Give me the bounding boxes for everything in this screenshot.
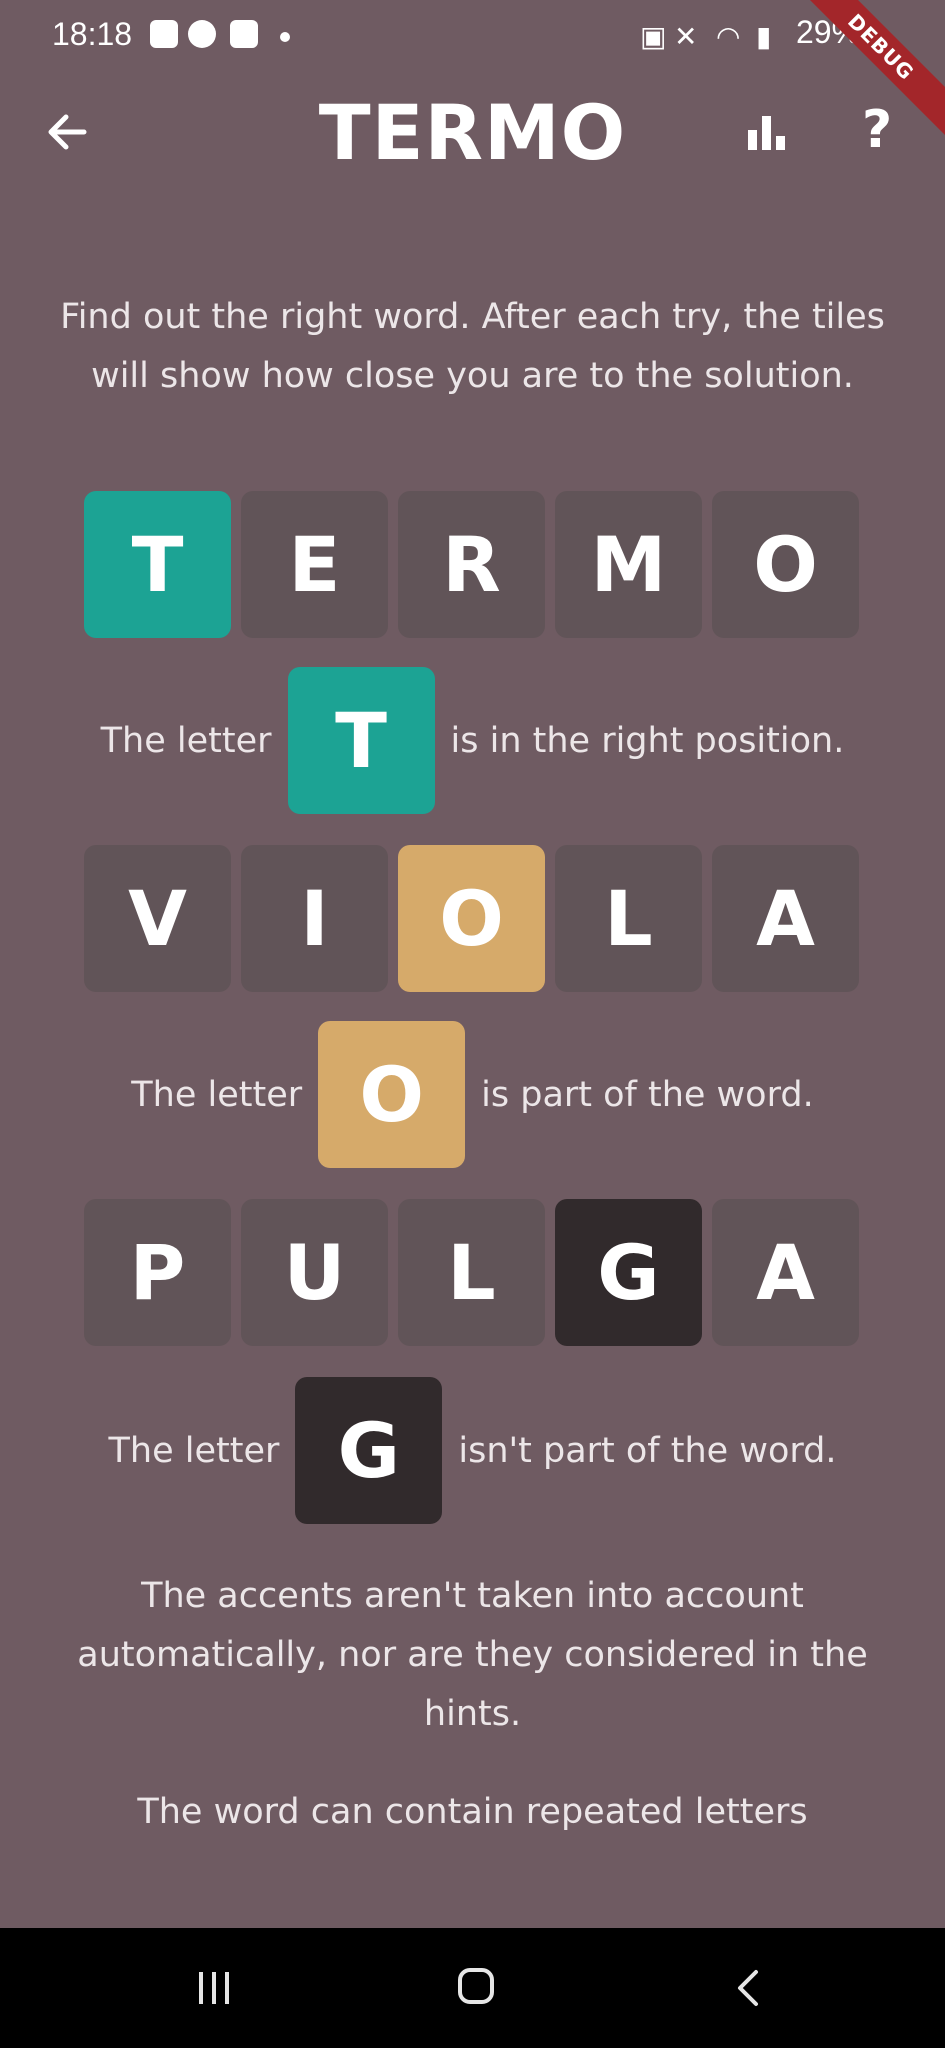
example-row-3: P U L G A xyxy=(84,1199,859,1346)
bar-chart-icon xyxy=(748,116,785,150)
tile: L xyxy=(555,845,702,992)
screen: 18:18 ▣ ✕ ◠ ▮ 29% DEBUG TERMO ? Find out… xyxy=(0,0,945,2048)
status-time: 18:18 xyxy=(52,16,133,52)
app-notification-icon xyxy=(188,20,216,48)
tile: U xyxy=(241,1199,388,1346)
tile: R xyxy=(398,491,545,638)
stats-button[interactable] xyxy=(742,108,792,158)
check-icon xyxy=(230,20,258,48)
battery-saver-icon: ▣ xyxy=(640,20,667,53)
status-bar: 18:18 ▣ ✕ ◠ ▮ 29% xyxy=(0,0,945,72)
hint-tile: T xyxy=(287,667,435,814)
wifi-icon: ◠ xyxy=(716,20,741,53)
hint-tile: G xyxy=(295,1377,443,1524)
hint-prefix: The letter xyxy=(100,720,272,761)
hint-part-of-word: The letter O is part of the word. xyxy=(0,1021,945,1168)
recent-apps-button[interactable] xyxy=(196,1970,232,2006)
example-row-2: V I O L A xyxy=(84,845,859,992)
tile: T xyxy=(84,491,231,638)
hint-prefix: The letter xyxy=(108,1430,280,1471)
tile: L xyxy=(398,1199,545,1346)
system-nav-bar xyxy=(0,1928,945,2048)
tile: I xyxy=(241,845,388,992)
hint-suffix: is in the right position. xyxy=(450,720,845,761)
help-button[interactable]: ? xyxy=(862,100,892,160)
tile: M xyxy=(555,491,702,638)
example-row-1: T E R M O xyxy=(84,491,859,638)
tile: A xyxy=(712,845,859,992)
page-title: TERMO xyxy=(318,88,627,177)
tile: V xyxy=(84,845,231,992)
accents-note: The accents aren't taken into account au… xyxy=(77,1576,868,1734)
app-bar: TERMO ? xyxy=(0,72,945,196)
tile: E xyxy=(241,491,388,638)
tile: P xyxy=(84,1199,231,1346)
tile: O xyxy=(398,845,545,992)
tile: G xyxy=(555,1199,702,1346)
system-back-button[interactable] xyxy=(728,1968,768,2008)
hint-right-position: The letter T is in the right position. xyxy=(0,667,945,814)
hint-suffix: isn't part of the word. xyxy=(458,1430,837,1471)
signal-icon: ▮ xyxy=(756,20,772,53)
home-button[interactable] xyxy=(458,1968,494,2004)
intro-text: Find out the right word. After each try,… xyxy=(60,297,885,396)
tile: O xyxy=(712,491,859,638)
hint-prefix: The letter xyxy=(131,1074,303,1115)
repeat-note: The word can contain repeated letters xyxy=(137,1792,808,1832)
more-notifications-icon xyxy=(280,32,290,42)
gallery-icon xyxy=(150,20,178,48)
tile: A xyxy=(712,1199,859,1346)
hint-tile: O xyxy=(318,1021,466,1168)
hint-suffix: is part of the word. xyxy=(481,1074,814,1115)
mute-icon: ✕ xyxy=(674,20,698,53)
hint-not-in-word: The letter G isn't part of the word. xyxy=(0,1377,945,1524)
